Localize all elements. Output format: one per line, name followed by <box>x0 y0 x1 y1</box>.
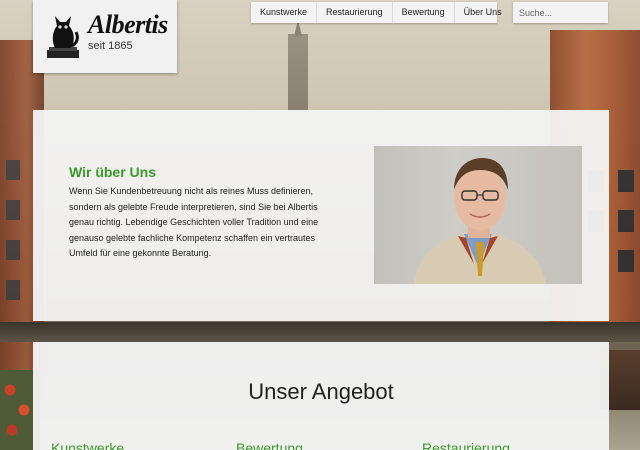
about-title: Wir über Uns <box>69 164 156 180</box>
nav-item-restaurierung[interactable]: Restaurierung <box>317 2 393 23</box>
logo[interactable]: Albertis seit 1865 <box>33 0 177 73</box>
nav-item-bewertung[interactable]: Bewertung <box>393 2 455 23</box>
offer-item-restaurierung[interactable]: Restaurierung <box>422 440 510 450</box>
main-navigation: Kunstwerke Restaurierung Bewertung Über … <box>251 2 502 23</box>
portrait-illustration <box>414 158 546 284</box>
painted-canal <box>0 322 640 342</box>
offer-item-bewertung[interactable]: Bewertung <box>236 440 303 450</box>
brand-name: Albertis <box>88 10 168 39</box>
about-section: Wir über Uns Wenn Sie Kundenbetreuung ni… <box>33 110 609 321</box>
search-input[interactable] <box>513 2 608 23</box>
nav-item-ueber-uns[interactable]: Über Uns <box>455 2 511 23</box>
portrait-photo <box>374 146 582 284</box>
offer-item-kunstwerke[interactable]: Kunstwerke <box>51 440 124 450</box>
painted-church-tower <box>288 34 308 110</box>
black-cat-icon <box>47 16 79 58</box>
offer-title: Unser Angebot <box>248 379 394 404</box>
offer-section: Unser Angebot Kunstwerke Bewertung Resta… <box>33 342 609 450</box>
brand-since: seit 1865 <box>88 40 133 52</box>
about-text: Wenn Sie Kundenbetreuung nicht als reine… <box>69 186 319 258</box>
nav-item-kunstwerke[interactable]: Kunstwerke <box>251 2 318 23</box>
